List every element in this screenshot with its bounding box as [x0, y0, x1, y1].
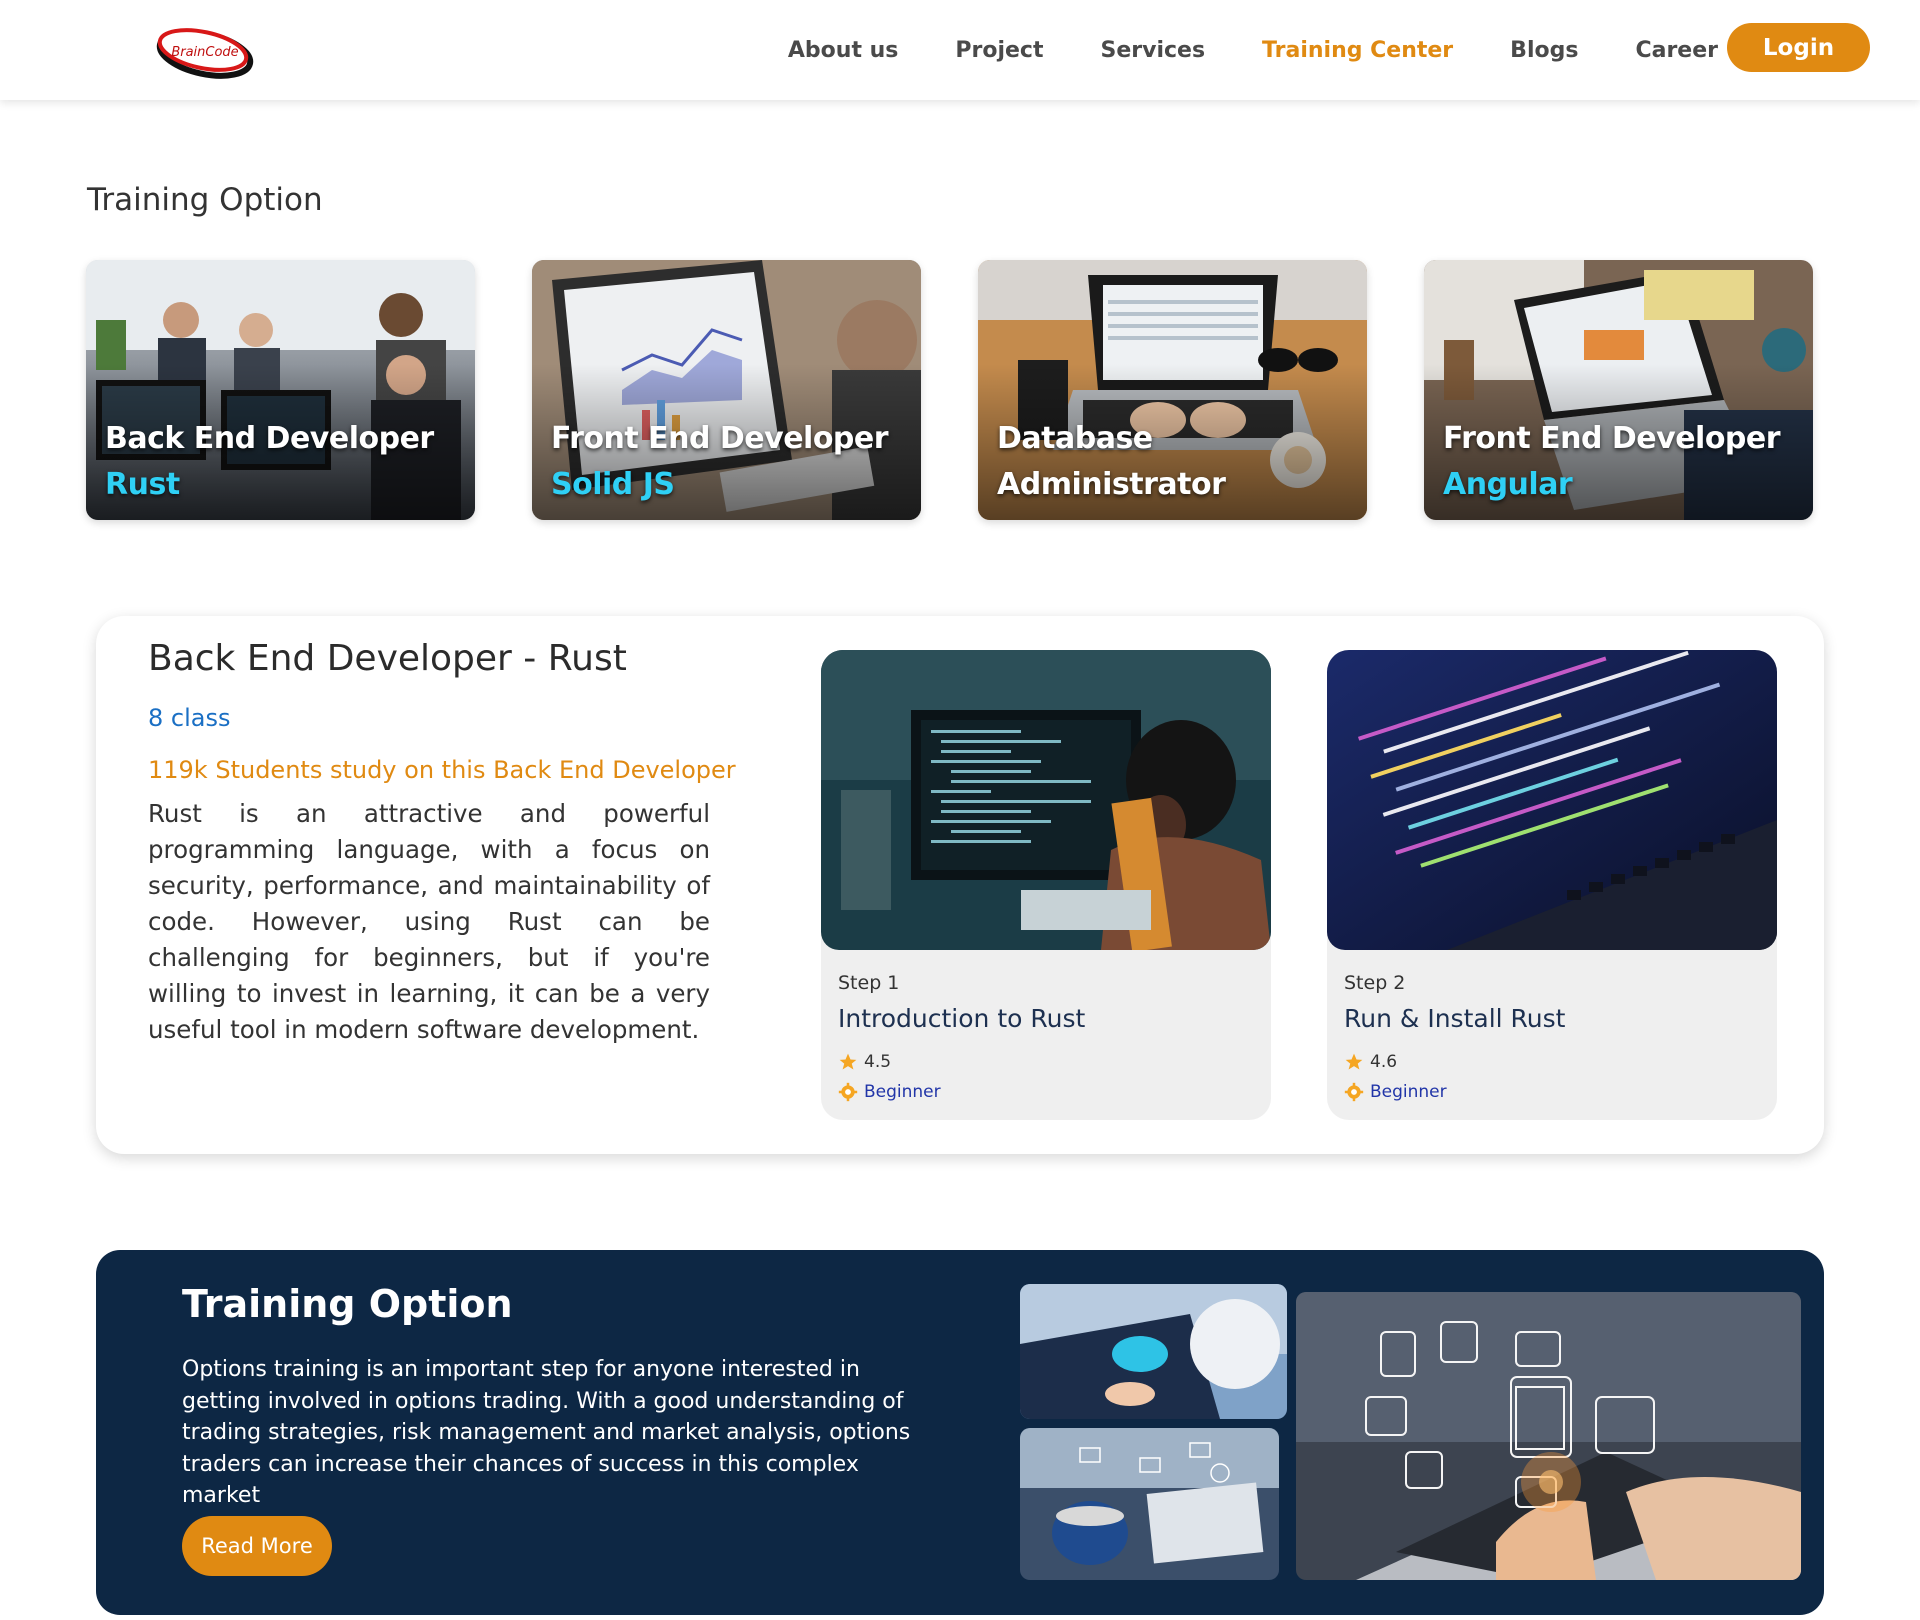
student-count: 119k Students study on this Back End Dev… — [148, 756, 736, 784]
training-card-database[interactable]: Database Administrator — [978, 260, 1367, 520]
training-option-title: Training Option — [87, 182, 323, 218]
step-label: Step 1 — [838, 972, 900, 994]
nav-career[interactable]: Career — [1635, 38, 1718, 63]
cloud-laptop-image — [1020, 1284, 1287, 1419]
nav-training-center[interactable]: Training Center — [1262, 38, 1453, 63]
brand-logo[interactable]: BrainCode — [155, 22, 255, 82]
navbar: BrainCode About us Project Services Trai… — [0, 0, 1920, 100]
nav-links: About us Project Services Training Cente… — [731, 0, 1718, 100]
nav-blogs[interactable]: Blogs — [1510, 38, 1578, 63]
level: Beginner — [838, 1082, 941, 1102]
training-cards: Back End Developer Rust Front End Develo… — [86, 260, 1816, 520]
coding-monitor-image — [821, 650, 1271, 950]
level-value: Beginner — [1370, 1082, 1447, 1102]
nav-services[interactable]: Services — [1100, 38, 1205, 63]
card-title: Back End Developer — [105, 421, 434, 456]
rating-value: 4.6 — [1370, 1052, 1398, 1072]
card-subtitle: Solid JS — [551, 467, 675, 502]
training-card-rust[interactable]: Back End Developer Rust — [86, 260, 475, 520]
read-more-button[interactable]: Read More — [182, 1516, 332, 1576]
rating: 4.6 — [1344, 1052, 1397, 1072]
card-subtitle: Administrator — [997, 467, 1226, 502]
code-laptop-image — [1327, 650, 1777, 950]
training-banner: Training Option Options training is an i… — [96, 1250, 1824, 1615]
nav-about-us[interactable]: About us — [788, 38, 898, 63]
star-icon — [1345, 1053, 1363, 1070]
card-subtitle: Angular — [1443, 467, 1573, 502]
rating-value: 4.5 — [864, 1052, 892, 1072]
banner-title: Training Option — [182, 1282, 513, 1326]
card-title: Front End Developer — [551, 421, 889, 456]
training-card-angular[interactable]: Front End Developer Angular — [1424, 260, 1813, 520]
step-card-2[interactable]: Step 2 Run & Install Rust 4.6 Beginner — [1327, 650, 1777, 1120]
card-title: Database — [997, 421, 1153, 456]
logo-text: BrainCode — [171, 45, 238, 60]
step-title: Introduction to Rust — [838, 1004, 1086, 1033]
course-title: Back End Developer - Rust — [148, 638, 627, 679]
level: Beginner — [1344, 1082, 1447, 1102]
login-button[interactable]: Login — [1727, 23, 1870, 72]
gear-icon — [1344, 1082, 1364, 1102]
level-value: Beginner — [864, 1082, 941, 1102]
email-coffee-image — [1020, 1428, 1279, 1580]
card-title: Front End Developer — [1443, 421, 1781, 456]
course-description: Rust is an attractive and powerful progr… — [148, 799, 710, 1044]
digital-documents-image — [1296, 1292, 1801, 1580]
training-card-solidjs[interactable]: Front End Developer Solid JS — [532, 260, 921, 520]
banner-text: Options training is an important step fo… — [182, 1357, 911, 1508]
rating: 4.5 — [838, 1052, 891, 1072]
gear-icon — [838, 1082, 858, 1102]
course-detail-panel: Back End Developer - Rust 8 class 119k S… — [96, 616, 1824, 1154]
step-label: Step 2 — [1344, 972, 1406, 994]
step-card-1[interactable]: Step 1 Introduction to Rust 4.5 Beginner — [821, 650, 1271, 1120]
card-subtitle: Rust — [105, 467, 180, 502]
star-icon — [839, 1053, 857, 1070]
class-count: 8 class — [148, 704, 231, 732]
step-title: Run & Install Rust — [1344, 1004, 1566, 1033]
nav-project[interactable]: Project — [955, 38, 1043, 63]
